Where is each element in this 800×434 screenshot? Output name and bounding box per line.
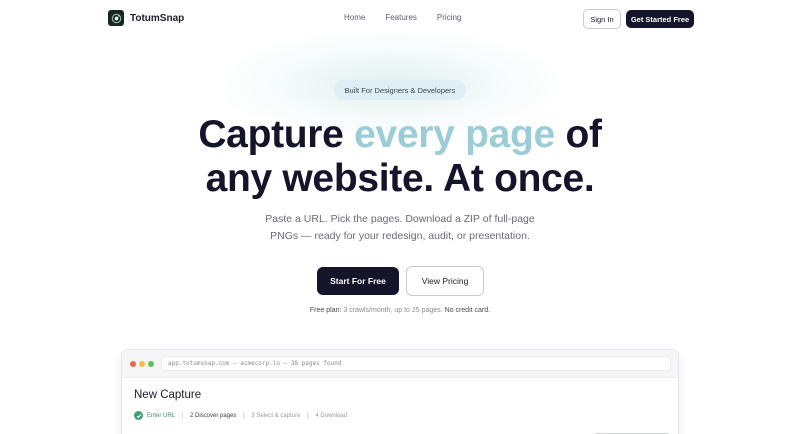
step-discover-pages: 2 Discover pages (190, 412, 237, 419)
window-close-dot (130, 361, 136, 367)
address-bar: app.totumsnap.com — acmecorp.io — 38 pag… (161, 356, 671, 371)
step-divider (182, 412, 184, 419)
subtitle-line-1: Paste a URL. Pick the pages. Download a … (265, 213, 535, 225)
free-plan-note: Free plan: 3 crawls/month, up to 25 page… (200, 307, 600, 314)
view-pricing-button[interactable]: View Pricing (406, 266, 484, 296)
hero-headline: Capture every page of any website. At on… (100, 113, 700, 201)
no-credit-card-note: No credit card. (444, 307, 491, 314)
brand-logo[interactable]: TotumSnap (108, 10, 184, 26)
window-maximize-dot (148, 361, 154, 367)
audience-badge: Built For Designers & Developers (334, 80, 466, 100)
capture-title: New Capture (134, 389, 202, 401)
free-plan-detail: 3 crawls/month, up to 25 pages. (341, 307, 445, 314)
window-minimize-dot (139, 361, 145, 367)
nav-link-home[interactable]: Home (344, 13, 365, 22)
step-divider (243, 412, 245, 419)
headline-text-end: of (554, 113, 602, 156)
brand-name: TotumSnap (130, 12, 185, 24)
get-started-button[interactable]: Get Started Free (626, 10, 694, 28)
step-enter-url: Enter URL (134, 411, 175, 420)
step-select-capture: 3 Select & capture (251, 412, 301, 419)
capture-steps: Enter URL 2 Discover pages 3 Select & ca… (134, 411, 347, 420)
free-plan-label: Free plan: (309, 307, 342, 314)
sign-in-button[interactable]: Sign In (583, 9, 621, 29)
step-download: 4 Download (315, 412, 348, 419)
headline-text: Capture (198, 113, 355, 156)
step-divider (307, 412, 309, 419)
subtitle-line-2: PNGs — ready for your redesign, audit, o… (270, 230, 530, 242)
nav-links: Home Features Pricing (344, 13, 461, 22)
camera-aperture-icon (108, 10, 124, 26)
app-preview-window: app.totumsnap.com — acmecorp.io — 38 pag… (121, 349, 679, 434)
step-label: Enter URL (147, 412, 176, 419)
hero-subtitle: Paste a URL. Pick the pages. Download a … (250, 211, 550, 245)
top-navigation: TotumSnap Home Features Pricing Sign In … (0, 0, 800, 38)
check-icon (134, 411, 143, 420)
window-titlebar: app.totumsnap.com — acmecorp.io — 38 pag… (122, 350, 678, 378)
headline-accent: every page (354, 113, 555, 156)
nav-link-features[interactable]: Features (385, 13, 417, 22)
start-for-free-button[interactable]: Start For Free (317, 267, 399, 295)
headline-line-2: any website. At once. (205, 157, 595, 200)
nav-link-pricing[interactable]: Pricing (437, 13, 461, 22)
